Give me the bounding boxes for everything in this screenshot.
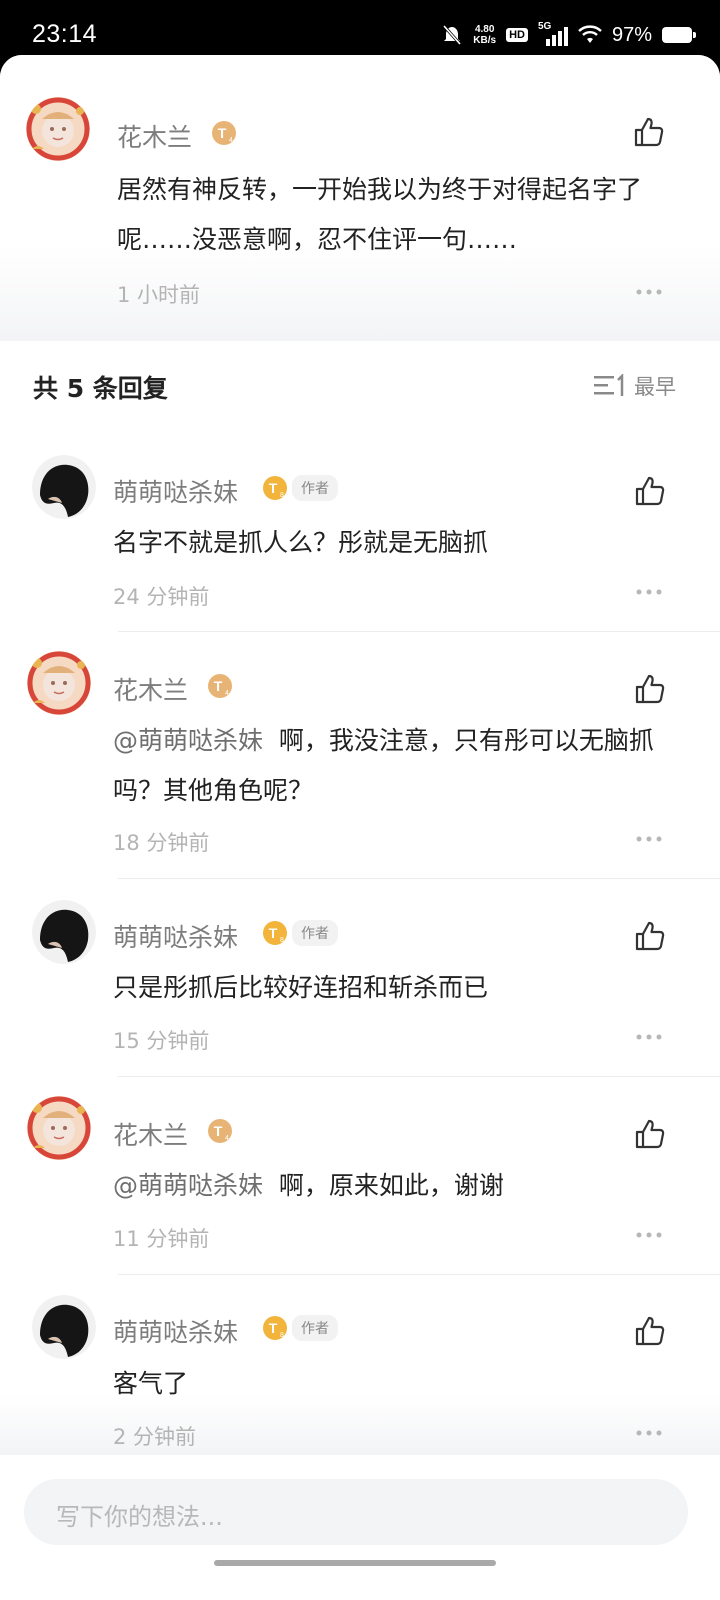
avatar[interactable] <box>32 1295 96 1359</box>
like-icon[interactable] <box>633 919 667 953</box>
status-icons: 4.80 KB/s HD 5G 97% <box>441 21 696 48</box>
comment-time: 1 小时前 <box>117 283 201 307</box>
net-speed: 4.80 KB/s <box>473 24 497 46</box>
more-icon[interactable] <box>635 835 663 843</box>
author-badge: 作者 <box>292 475 338 501</box>
like-icon[interactable] <box>632 115 666 149</box>
divider <box>118 1274 720 1275</box>
main-comment: 花木兰 居然有神反转，一开始我以为终于对得起名字了呢……没恶意啊，忍不住评一句…… <box>0 55 720 341</box>
avatar[interactable] <box>32 455 96 519</box>
sort-button[interactable]: 最早 <box>594 371 676 401</box>
level-badge-icon <box>211 120 237 146</box>
username[interactable]: 萌萌哒杀妹 <box>113 1313 238 1349</box>
more-icon[interactable] <box>635 288 663 296</box>
more-icon[interactable] <box>635 588 663 596</box>
avatar[interactable] <box>27 651 91 715</box>
reply-time: 18 分钟前 <box>113 831 210 855</box>
reply-sheet: 花木兰 居然有神反转，一开始我以为终于对得起名字了呢……没恶意啊，忍不住评一句…… <box>0 55 720 1600</box>
sort-icon <box>594 374 624 396</box>
wifi-icon <box>578 25 602 43</box>
reply-text: @萌萌哒杀妹 啊，我没注意，只有彤可以无脑抓吗？其他角色呢？ <box>113 716 683 816</box>
divider <box>118 878 720 879</box>
comment-input[interactable]: 写下你的想法... <box>24 1479 688 1545</box>
reply-time: 2 分钟前 <box>113 1425 197 1449</box>
bottom-fade <box>0 1395 720 1455</box>
level-badge-icon <box>262 1315 288 1341</box>
reply-time: 11 分钟前 <box>113 1227 210 1251</box>
like-icon[interactable] <box>633 672 667 706</box>
comment-text: 居然有神反转，一开始我以为终于对得起名字了呢……没恶意啊，忍不住评一句…… <box>117 175 643 254</box>
avatar[interactable] <box>27 1096 91 1160</box>
divider <box>118 631 720 632</box>
username[interactable]: 花木兰 <box>117 118 192 154</box>
hd-icon: HD <box>506 28 528 42</box>
username[interactable]: 萌萌哒杀妹 <box>113 918 238 954</box>
username[interactable]: 花木兰 <box>113 1116 188 1152</box>
level-badge-icon <box>262 920 288 946</box>
reply-time: 15 分钟前 <box>113 1029 210 1053</box>
more-icon[interactable] <box>635 1429 663 1437</box>
like-icon[interactable] <box>633 1117 667 1151</box>
like-icon[interactable] <box>633 474 667 508</box>
battery-icon <box>662 27 696 43</box>
username[interactable]: 萌萌哒杀妹 <box>113 473 238 509</box>
reply-text: 名字不就是抓人么？彤就是无脑抓 <box>113 528 489 557</box>
replies-count-title: 共 5 条回复 <box>33 374 168 403</box>
username[interactable]: 花木兰 <box>113 671 188 707</box>
avatar[interactable] <box>26 97 90 161</box>
divider <box>118 1076 720 1077</box>
level-badge-icon <box>262 475 288 501</box>
avatar[interactable] <box>32 900 96 964</box>
sort-label: 最早 <box>634 375 676 399</box>
replies-header: 共 5 条回复 最早 <box>0 341 720 431</box>
mute-bell-icon <box>443 25 462 45</box>
home-indicator[interactable] <box>214 1560 496 1566</box>
reply-text-body: 啊，原来如此，谢谢 <box>278 1171 504 1200</box>
more-icon[interactable] <box>635 1033 663 1041</box>
status-bar: 23:14 4.80 KB/s HD 5G 97% <box>0 0 720 62</box>
battery-percent: 97% <box>611 23 652 46</box>
level-badge-icon <box>207 673 233 699</box>
author-badge: 作者 <box>292 920 338 946</box>
author-badge: 作者 <box>292 1315 338 1341</box>
reply-text: @萌萌哒杀妹 啊，原来如此，谢谢 <box>113 1161 683 1211</box>
like-icon[interactable] <box>633 1314 667 1348</box>
status-time: 23:14 <box>32 20 98 48</box>
comment-input-bar: 写下你的想法... <box>0 1455 720 1600</box>
reply-text: 只是彤抓后比较好连招和斩杀而已 <box>113 973 489 1002</box>
reply-time: 24 分钟前 <box>113 585 210 609</box>
mention-link[interactable]: @萌萌哒杀妹 <box>113 726 263 755</box>
more-icon[interactable] <box>635 1231 663 1239</box>
level-badge-icon <box>207 1118 233 1144</box>
input-placeholder: 写下你的想法... <box>56 1503 223 1531</box>
mention-link[interactable]: @萌萌哒杀妹 <box>113 1171 263 1200</box>
signal-icon: 5G <box>538 21 568 46</box>
